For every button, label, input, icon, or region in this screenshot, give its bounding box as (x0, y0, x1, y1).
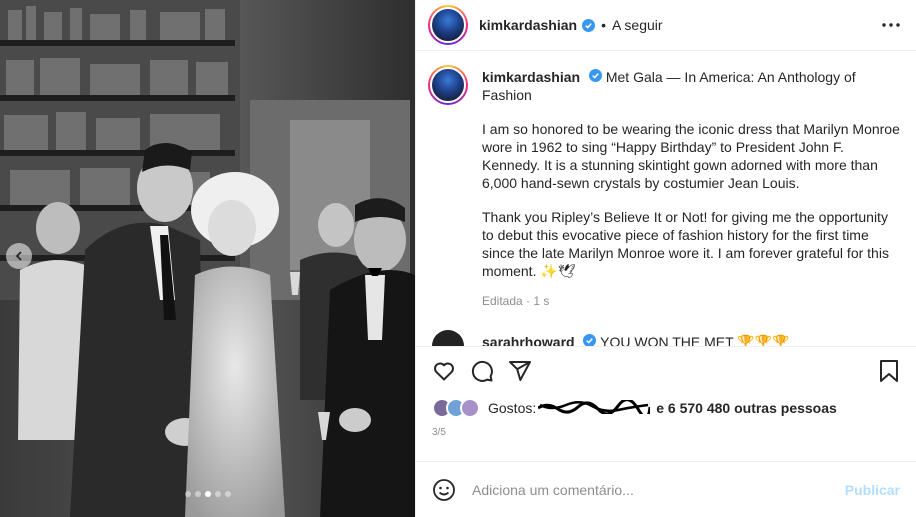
caption-paragraph-1: I am so honored to be wearing the iconic… (482, 121, 900, 191)
liker-avatar (460, 398, 480, 418)
following-button[interactable]: A seguir (612, 17, 663, 33)
carousel-dot (215, 491, 221, 497)
carousel-dots (185, 491, 231, 497)
carousel-dot-active (205, 491, 211, 497)
verified-icon (588, 69, 602, 82)
carousel-dot (195, 491, 201, 497)
verified-icon (583, 334, 597, 346)
caption-paragraph-2: Thank you Ripley’s Believe It or Not! fo… (482, 209, 889, 279)
edited-label: Editada (482, 294, 523, 308)
heart-icon[interactable] (432, 359, 456, 383)
photo-image (0, 0, 415, 517)
comment-input[interactable] (472, 481, 845, 498)
author-avatar[interactable] (428, 5, 468, 45)
publish-button[interactable]: Publicar (845, 482, 900, 498)
caption-avatar[interactable] (428, 65, 468, 105)
header-separator: • (601, 17, 606, 33)
commenter-username[interactable]: sarahrhoward (482, 334, 575, 346)
emoji-icon[interactable] (432, 478, 456, 502)
comment-icon[interactable] (470, 359, 494, 383)
post-dialog: kimkardashian • A seguir kimkardashian M… (0, 0, 916, 517)
likes-row: Gostos: e 6 570 480 outras pessoas (416, 395, 916, 421)
edited-info: Editada · 1 s (482, 294, 900, 308)
edited-time: 1 s (533, 294, 550, 308)
post-photo[interactable] (0, 0, 415, 517)
comment-item: sarahrhoward YOU WON THE MET 🏆🏆🏆 (428, 330, 900, 347)
carousel-counter: 3/5 (432, 427, 446, 438)
share-icon[interactable] (508, 359, 532, 383)
redacted-scribble (537, 397, 652, 418)
commenter-avatar[interactable] (432, 330, 464, 346)
chevron-left-icon (13, 250, 25, 262)
author-username[interactable]: kimkardashian (479, 17, 577, 33)
verified-icon (582, 18, 596, 32)
post-side-panel: kimkardashian • A seguir kimkardashian M… (415, 0, 916, 517)
carousel-prev-button[interactable] (6, 243, 32, 269)
more-options-icon[interactable] (882, 23, 900, 27)
comment-text: YOU WON THE MET 🏆🏆🏆 (600, 334, 790, 347)
add-comment-bar: Publicar (416, 461, 916, 517)
edited-dot: · (526, 294, 531, 308)
carousel-dot (225, 491, 231, 497)
caption-username[interactable]: kimkardashian (482, 69, 580, 85)
comments-area[interactable]: kimkardashian Met Gala — In America: An … (416, 51, 916, 347)
likes-count[interactable]: e 6 570 480 outras pessoas (656, 400, 837, 416)
bookmark-icon[interactable] (878, 359, 900, 383)
caption: kimkardashian Met Gala — In America: An … (428, 65, 900, 308)
post-actions (416, 347, 916, 395)
carousel-dot (185, 491, 191, 497)
post-header: kimkardashian • A seguir (416, 0, 916, 51)
liker-avatars[interactable] (432, 398, 480, 418)
likes-prefix: Gostos: (488, 400, 537, 416)
